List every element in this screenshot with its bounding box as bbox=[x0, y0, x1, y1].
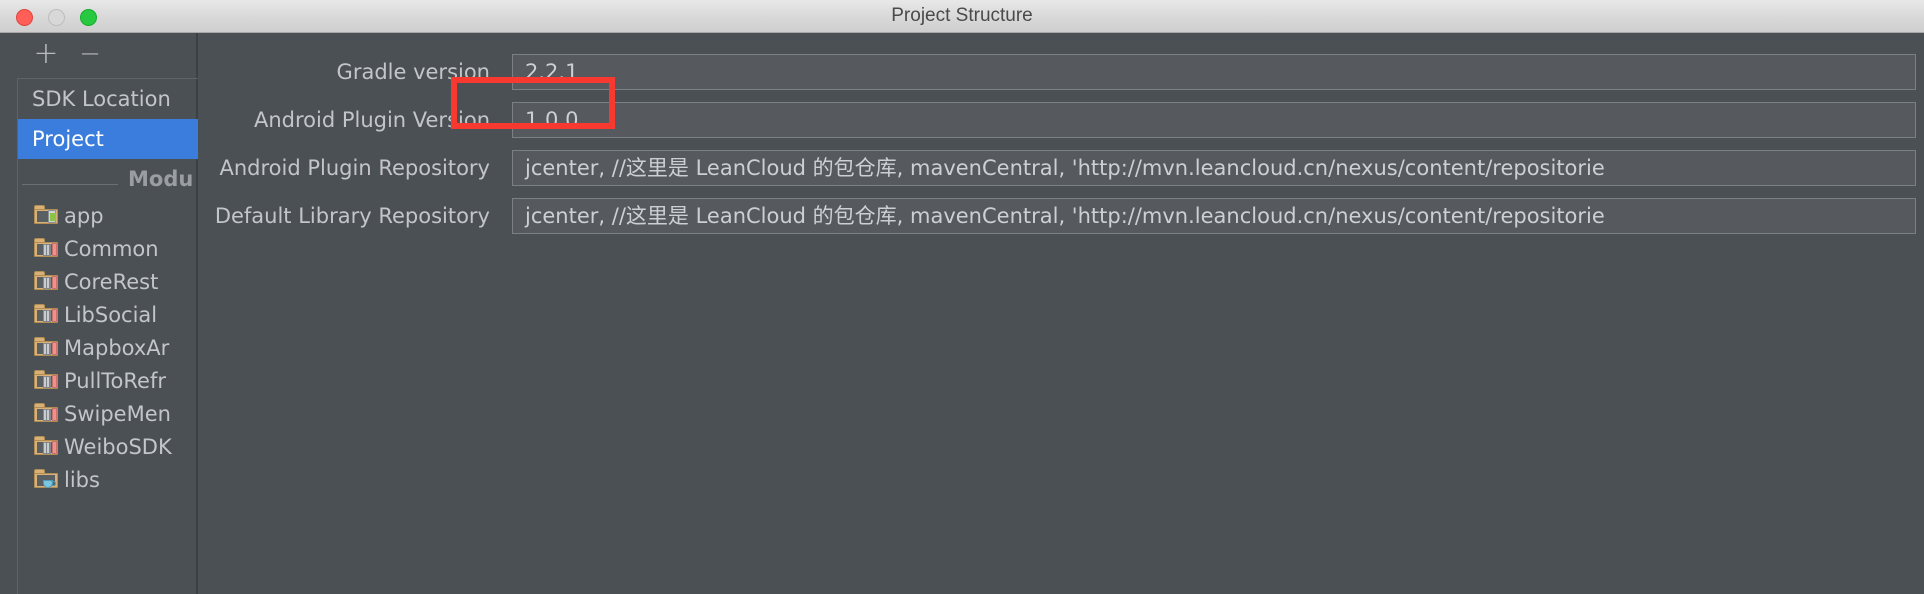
folder-library-icon bbox=[34, 270, 58, 290]
sidebar-module-mapboxandroid[interactable]: MapboxAr bbox=[18, 331, 198, 364]
android-plugin-repository-input[interactable]: jcenter, //这里是 LeanCloud 的包仓库, mavenCent… bbox=[512, 150, 1916, 186]
window-title: Project Structure bbox=[891, 5, 1033, 26]
folder-android-icon bbox=[34, 204, 58, 224]
android-plugin-repository-label: Android Plugin Repository bbox=[219, 156, 491, 180]
module-label: app bbox=[64, 203, 104, 228]
sidebar-module-common[interactable]: Common bbox=[18, 232, 198, 265]
sidebar-module-app[interactable]: app bbox=[18, 199, 198, 232]
sidebar-item-sdk-location[interactable]: SDK Location bbox=[18, 79, 198, 119]
folder-library-icon bbox=[34, 369, 58, 389]
folder-library-icon bbox=[34, 435, 58, 455]
folder-library-icon bbox=[34, 402, 58, 422]
sidebar-toolbar: + − bbox=[0, 33, 198, 78]
sidebar-item-project[interactable]: Project bbox=[18, 119, 198, 159]
android-plugin-version-input[interactable]: 1.0.0 bbox=[512, 102, 1916, 138]
row-android-plugin-version: Android Plugin Version 1.0.0 bbox=[200, 99, 1924, 141]
sidebar-module-weibosdk[interactable]: WeiboSDK bbox=[18, 430, 198, 463]
project-settings-form: Gradle version 2.2.1 Android Plugin Vers… bbox=[200, 33, 1924, 594]
sidebar-group-label: Modu bbox=[128, 167, 194, 191]
group-divider bbox=[22, 184, 118, 185]
gradle-version-input[interactable]: 2.2.1 bbox=[512, 54, 1916, 90]
sidebar-group-modules: Modu bbox=[18, 159, 198, 199]
default-library-repository-label: Default Library Repository bbox=[214, 204, 490, 228]
sidebar: + − SDK Location Project Modu app Common bbox=[0, 33, 198, 594]
title-bar: Project Structure bbox=[0, 0, 1924, 33]
module-label: Common bbox=[64, 236, 159, 261]
remove-module-button[interactable]: − bbox=[76, 41, 104, 69]
folder-library-icon bbox=[34, 303, 58, 323]
module-label: SwipeMen bbox=[64, 401, 171, 426]
module-label: LibSocial bbox=[64, 302, 158, 327]
gradle-version-label: Gradle version bbox=[336, 60, 490, 84]
sidebar-module-pulltorefresh[interactable]: PullToRefr bbox=[18, 364, 198, 397]
add-module-button[interactable]: + bbox=[32, 39, 60, 69]
row-gradle-version: Gradle version 2.2.1 bbox=[200, 51, 1924, 93]
folder-java-icon bbox=[34, 468, 58, 488]
module-label: WeiboSDK bbox=[64, 434, 172, 459]
folder-library-icon bbox=[34, 336, 58, 356]
sidebar-list: SDK Location Project Modu app Common Cor… bbox=[17, 78, 198, 594]
default-library-repository-input[interactable]: jcenter, //这里是 LeanCloud 的包仓库, mavenCent… bbox=[512, 198, 1916, 234]
module-label: MapboxAr bbox=[64, 335, 170, 360]
sidebar-module-libs[interactable]: libs bbox=[18, 463, 198, 496]
android-plugin-version-label: Android Plugin Version bbox=[253, 108, 490, 132]
project-structure-window: Project Structure + − SDK Location Proje… bbox=[0, 0, 1924, 594]
row-android-plugin-repository: Android Plugin Repository jcenter, //这里是… bbox=[200, 147, 1924, 189]
module-label: PullToRefr bbox=[64, 368, 166, 393]
sidebar-module-swipemenu[interactable]: SwipeMen bbox=[18, 397, 198, 430]
sidebar-module-corerest[interactable]: CoreRest bbox=[18, 265, 198, 298]
module-label: CoreRest bbox=[64, 269, 159, 294]
module-label: libs bbox=[64, 467, 100, 492]
row-default-library-repository: Default Library Repository jcenter, //这里… bbox=[200, 195, 1924, 237]
folder-library-icon bbox=[34, 237, 58, 257]
sidebar-module-libsocial[interactable]: LibSocial bbox=[18, 298, 198, 331]
